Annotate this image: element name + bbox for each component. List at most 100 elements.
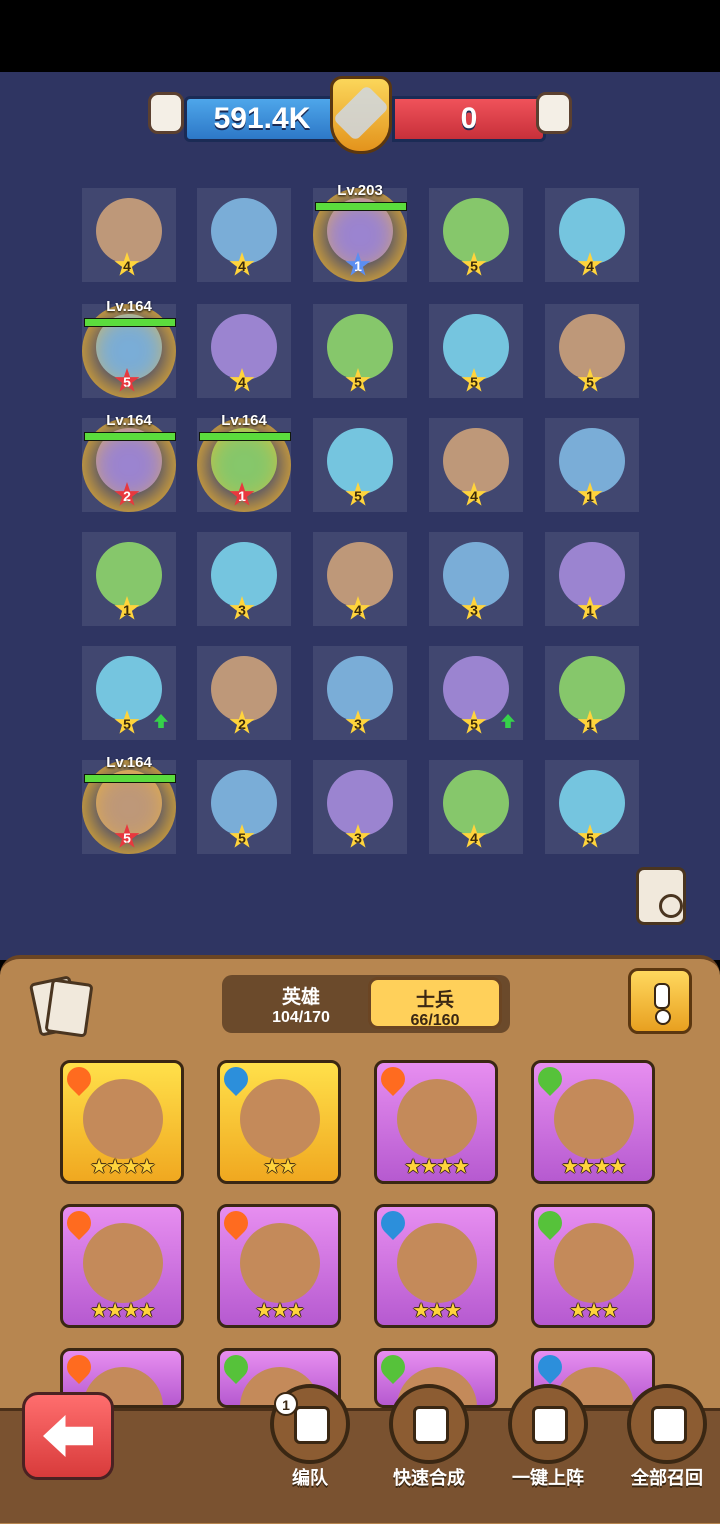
unit-health-bar <box>199 432 291 441</box>
tab-heroes[interactable]: 英雄 104/170 <box>234 977 368 1029</box>
unit-health-bar <box>84 318 176 327</box>
deploy-all-label: 一键上阵 <box>512 1468 584 1488</box>
back-button[interactable] <box>22 1392 114 1480</box>
unit-health-bar <box>315 202 407 211</box>
fire-element-icon <box>63 1063 96 1096</box>
quick-merge-button[interactable]: 快速合成 <box>383 1384 475 1490</box>
unit-sprite[interactable] <box>559 542 625 608</box>
hero-stars: ★★★★ <box>90 1300 156 1322</box>
fire-element-icon <box>220 1207 253 1240</box>
hero-card[interactable]: ★★★★ <box>374 1060 498 1184</box>
tab-count: 66/160 <box>410 1012 460 1029</box>
unit-sprite[interactable] <box>211 656 277 722</box>
unit-sprite[interactable] <box>327 542 393 608</box>
tab-soldiers[interactable]: 士兵 66/160 <box>368 977 502 1029</box>
unit-sprite[interactable] <box>327 770 393 836</box>
hero-card[interactable]: ★★★ <box>531 1204 655 1328</box>
unit-health-bar <box>84 432 176 441</box>
fire-element-icon <box>63 1207 96 1240</box>
unit-sprite[interactable] <box>211 198 277 264</box>
unit-sprite[interactable] <box>327 656 393 722</box>
hero-card[interactable]: ★★★★ <box>60 1060 184 1184</box>
unit-sprite[interactable] <box>211 770 277 836</box>
unit-level: Lv.164 <box>221 412 267 429</box>
deploy-all-circle <box>508 1384 588 1464</box>
leaf-element-icon <box>534 1207 567 1240</box>
hero-portrait <box>240 1223 320 1303</box>
unit-health-bar <box>84 774 176 783</box>
recall-all-circle <box>627 1384 707 1464</box>
power-comparison-bar: 591.4K 0 <box>148 76 572 154</box>
unit-sprite[interactable] <box>96 198 162 264</box>
tab-count: 104/170 <box>272 1009 330 1026</box>
hero-portrait <box>240 1079 320 1159</box>
tab-label: 英雄 <box>281 987 320 1008</box>
hero-portrait <box>83 1079 163 1159</box>
unit-sprite[interactable] <box>443 770 509 836</box>
hero-portrait <box>554 1079 634 1159</box>
unit-sprite[interactable] <box>559 770 625 836</box>
enemy-fist-icon <box>536 92 572 134</box>
recall-icon <box>651 1406 687 1444</box>
crossed-swords-icon <box>330 76 392 154</box>
formation-label: 编队 <box>292 1468 328 1488</box>
hero-portrait <box>397 1223 477 1303</box>
flag-icon <box>532 1406 568 1444</box>
unit-sprite[interactable] <box>96 656 162 722</box>
unit-sprite[interactable] <box>96 542 162 608</box>
leaf-element-icon <box>220 1351 253 1384</box>
water-element-icon <box>377 1207 410 1240</box>
deploy-all-button[interactable]: 一键上阵 <box>502 1384 594 1490</box>
unit-sprite[interactable] <box>443 428 509 494</box>
water-element-icon <box>220 1063 253 1096</box>
unit-sprite[interactable] <box>559 314 625 380</box>
hero-card[interactable]: ★★★ <box>374 1204 498 1328</box>
enemy-power: 0 <box>392 96 546 142</box>
hero-stars: ★★★ <box>569 1300 619 1322</box>
unit-sprite[interactable] <box>211 542 277 608</box>
recall-all-button[interactable]: 全部召回 <box>621 1384 713 1490</box>
formation-count-badge: 1 <box>274 1392 298 1416</box>
unit-sprite[interactable] <box>327 314 393 380</box>
battle-report-button[interactable] <box>636 867 686 925</box>
hero-card[interactable]: ★★★ <box>217 1204 341 1328</box>
unit-sprite[interactable] <box>211 314 277 380</box>
unit-sprite[interactable] <box>559 656 625 722</box>
water-element-icon <box>534 1351 567 1384</box>
unit-level: Lv.203 <box>337 182 383 199</box>
card-icon <box>44 978 94 1038</box>
unit-level: Lv.164 <box>106 298 152 315</box>
quick-merge-label: 快速合成 <box>393 1468 465 1488</box>
unit-level: Lv.164 <box>106 412 152 429</box>
status-bar <box>0 0 720 72</box>
tab-label: 士兵 <box>415 990 454 1011</box>
unit-level: Lv.164 <box>106 754 152 771</box>
card-collection-button[interactable] <box>28 975 94 1038</box>
player-fist-icon <box>148 92 184 134</box>
hero-card[interactable]: ★★ <box>217 1060 341 1184</box>
unit-sprite[interactable] <box>327 428 393 494</box>
unit-sprite[interactable] <box>559 198 625 264</box>
hero-stars: ★★★★ <box>90 1156 156 1178</box>
hero-portrait <box>83 1223 163 1303</box>
hero-card[interactable]: ★★★★ <box>60 1204 184 1328</box>
fire-element-icon <box>63 1351 96 1384</box>
hero-card[interactable]: ★★★★ <box>531 1060 655 1184</box>
fire-element-icon <box>377 1063 410 1096</box>
hero-portrait <box>397 1079 477 1159</box>
team-icon <box>294 1406 330 1444</box>
leaf-element-icon <box>534 1063 567 1096</box>
leaf-element-icon <box>377 1351 410 1384</box>
hero-stars: ★★★★ <box>404 1156 470 1178</box>
info-button[interactable] <box>628 968 692 1034</box>
hero-portrait <box>554 1223 634 1303</box>
recall-all-label: 全部召回 <box>631 1468 703 1488</box>
unit-sprite[interactable] <box>443 198 509 264</box>
unit-sprite[interactable] <box>443 314 509 380</box>
unit-sprite[interactable] <box>443 656 509 722</box>
unit-sprite[interactable] <box>559 428 625 494</box>
unit-sprite[interactable] <box>443 542 509 608</box>
hero-stars: ★★★ <box>412 1300 462 1322</box>
battlefield[interactable]: 4 4 Lv.203 1 5 4 Lv.164 5 4 5 5 5 Lv.164 2 Lv.164 1 5 4 1 1… <box>0 72 720 960</box>
hero-stars: ★★ <box>263 1156 297 1178</box>
